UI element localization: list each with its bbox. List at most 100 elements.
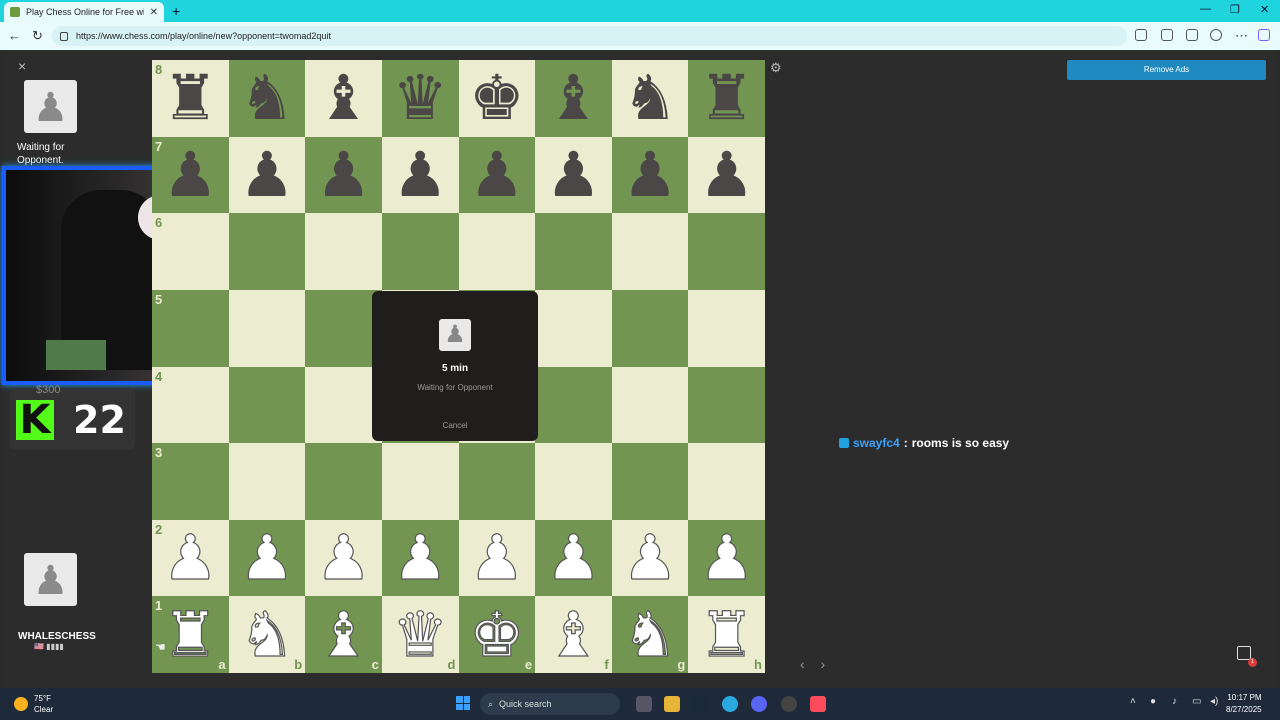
black-piece[interactable]: ♟	[392, 143, 448, 206]
obs-icon[interactable]	[781, 696, 797, 712]
square-d6[interactable]	[381, 213, 459, 290]
tray-chevron-icon[interactable]: ˄	[1130, 696, 1136, 707]
square-e1[interactable]: e ♚	[458, 596, 536, 673]
browser-tab[interactable]: Play Chess Online for Free with Fr ✕	[4, 2, 164, 22]
square-g8[interactable]: ♞	[611, 60, 689, 137]
white-piece[interactable]: ♟	[468, 526, 525, 589]
square-c6[interactable]	[305, 213, 382, 290]
edge-icon[interactable]	[722, 696, 738, 712]
extensions-icon[interactable]	[1135, 29, 1147, 41]
square-a6[interactable]: 6	[152, 213, 229, 290]
square-e2[interactable]: ♟	[458, 519, 536, 597]
square-f6[interactable]	[535, 213, 612, 290]
maximize-icon[interactable]: ❐	[1230, 3, 1240, 16]
square-a3[interactable]: 3	[152, 443, 229, 520]
favorites-icon[interactable]	[1161, 29, 1173, 41]
music-icon[interactable]	[810, 696, 826, 712]
square-f7[interactable]: ♟	[535, 136, 612, 214]
white-piece[interactable]: ♝	[545, 603, 602, 666]
square-f8[interactable]: ♝	[535, 60, 612, 137]
profile-icon[interactable]	[1210, 29, 1222, 41]
square-a8[interactable]: 8 ♜	[152, 60, 229, 137]
square-e7[interactable]: ♟	[458, 136, 536, 214]
collections-icon[interactable]	[1186, 29, 1198, 41]
black-piece[interactable]: ♟	[163, 143, 219, 206]
square-b2[interactable]: ♟	[228, 519, 306, 597]
square-c7[interactable]: ♟	[305, 136, 382, 214]
square-b8[interactable]: ♞	[228, 60, 306, 137]
discord-icon[interactable]	[751, 696, 767, 712]
tab-close-icon[interactable]: ✕	[150, 7, 158, 18]
steam-icon[interactable]	[692, 696, 708, 712]
square-f5[interactable]	[535, 289, 612, 367]
volume-icon[interactable]: ◂)	[1210, 696, 1218, 707]
white-piece[interactable]: ♞	[239, 603, 296, 666]
square-b7[interactable]: ♟	[228, 136, 306, 214]
black-piece[interactable]: ♟	[699, 143, 755, 206]
taskbar-search[interactable]: ⌕ Quick search	[480, 693, 620, 715]
tray-app-icon[interactable]: ●	[1150, 696, 1156, 707]
white-piece[interactable]: ♜	[162, 603, 219, 666]
square-b5[interactable]	[228, 289, 306, 367]
square-b4[interactable]	[228, 366, 306, 444]
white-piece[interactable]: ♜	[698, 603, 755, 666]
square-e6[interactable]	[458, 213, 536, 290]
white-piece[interactable]: ♝	[315, 603, 372, 666]
settings-gear-icon[interactable]: ⚙	[770, 60, 782, 76]
square-h4[interactable]	[688, 366, 765, 444]
square-h2[interactable]: ♟	[688, 519, 765, 597]
more-menu-icon[interactable]: ⋯	[1235, 28, 1248, 44]
square-f3[interactable]	[535, 443, 612, 520]
white-piece[interactable]: ♛	[392, 603, 449, 666]
square-g4[interactable]	[611, 366, 689, 444]
black-piece[interactable]: ♟	[239, 143, 295, 206]
square-b3[interactable]	[228, 443, 306, 520]
square-b1[interactable]: b ♞	[228, 596, 306, 673]
square-c5[interactable]	[305, 289, 382, 367]
square-a4[interactable]: 4	[152, 366, 229, 444]
white-piece[interactable]: ♟	[162, 526, 219, 589]
square-h8[interactable]: ♜	[688, 60, 765, 137]
square-d8[interactable]: ♛	[381, 60, 459, 137]
square-g5[interactable]	[611, 289, 689, 367]
minimize-icon[interactable]: —	[1200, 3, 1211, 15]
black-piece[interactable]: ♟	[316, 143, 372, 206]
remove-ads-button[interactable]: Remove Ads	[1067, 60, 1266, 80]
back-icon[interactable]: ←	[8, 28, 21, 43]
black-piece[interactable]: ♞	[239, 67, 295, 129]
square-h3[interactable]	[688, 443, 765, 520]
square-h1[interactable]: h ♜	[688, 596, 765, 673]
square-a1[interactable]: 1 a ♜	[152, 596, 229, 673]
white-piece[interactable]: ♟	[545, 526, 602, 589]
square-g7[interactable]: ♟	[611, 136, 689, 214]
taskbar-clock[interactable]: 10:17 PM 8/27/2025	[1226, 692, 1262, 716]
square-e8[interactable]: ♚	[458, 60, 536, 137]
black-piece[interactable]: ♟	[469, 143, 525, 206]
white-piece[interactable]: ♟	[622, 526, 679, 589]
close-panel-icon[interactable]: ×	[18, 58, 26, 74]
white-piece[interactable]: ♟	[698, 526, 755, 589]
black-piece[interactable]: ♝	[546, 67, 602, 129]
black-piece[interactable]: ♝	[316, 67, 372, 129]
mic-icon[interactable]: ♪	[1172, 696, 1177, 707]
white-piece[interactable]: ♟	[239, 526, 296, 589]
black-piece[interactable]: ♟	[546, 143, 602, 206]
black-piece[interactable]: ♜	[163, 67, 219, 129]
square-d3[interactable]	[381, 443, 459, 520]
new-tab-button[interactable]: +	[172, 3, 180, 19]
windows-start-icon[interactable]	[456, 696, 470, 710]
square-g6[interactable]	[611, 213, 689, 290]
network-icon[interactable]: ▭	[1192, 696, 1201, 707]
square-d2[interactable]: ♟	[381, 519, 459, 597]
square-d7[interactable]: ♟	[381, 136, 459, 214]
black-piece[interactable]: ♛	[392, 67, 448, 129]
square-g1[interactable]: g ♞	[611, 596, 689, 673]
square-c8[interactable]: ♝	[305, 60, 382, 137]
copilot-icon[interactable]	[1258, 29, 1270, 41]
cancel-button[interactable]: Cancel	[372, 421, 538, 430]
white-piece[interactable]: ♟	[392, 526, 449, 589]
square-f1[interactable]: f ♝	[535, 596, 612, 673]
weather-widget[interactable]: 75°F Clear	[14, 693, 53, 715]
file-explorer-icon[interactable]	[664, 696, 680, 712]
square-c4[interactable]	[305, 366, 382, 444]
